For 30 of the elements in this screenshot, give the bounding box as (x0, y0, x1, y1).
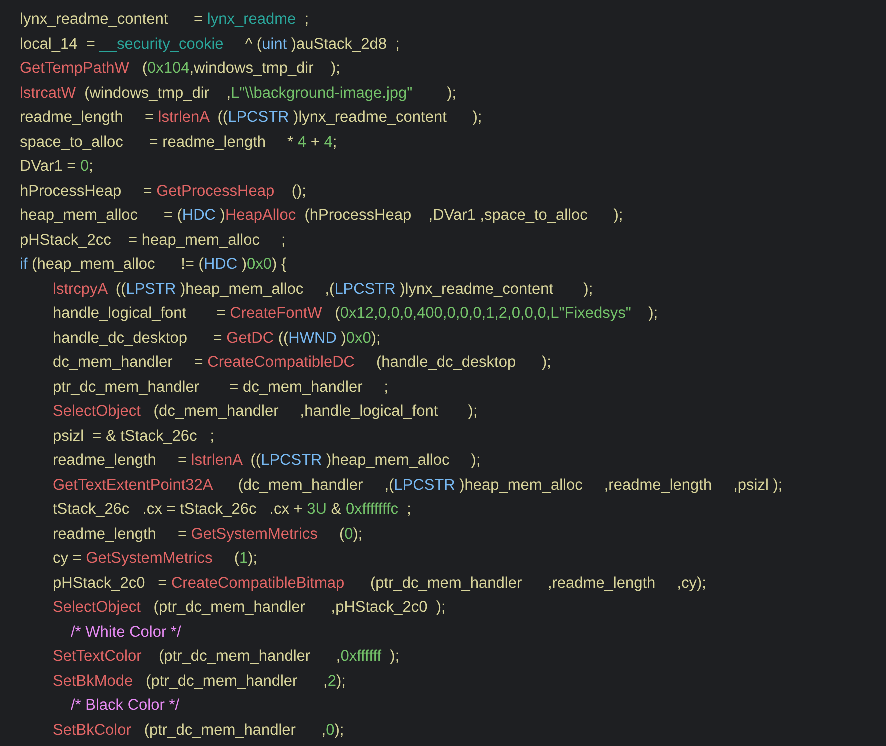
code-line: GetTempPathW (0x104,windows_tmp_dir ); (20, 59, 342, 79)
code-line: pHStack_2cc = heap_mem_alloc ; (20, 230, 287, 250)
code-line: pHStack_2c0 = CreateCompatibleBitmap (ptr_dc_mem_handler ,readme_length ,cy); (53, 574, 708, 594)
code-line: psizl = & tStack_26c ; (53, 426, 216, 446)
code-line: cy = GetSystemMetrics (1); (53, 549, 259, 569)
code-line: SelectObject (ptr_dc_mem_handler ,pHStack_2c0 ); (53, 598, 447, 618)
code-line: heap_mem_alloc = (HDC )HeapAlloc (hProcessHeap ,DVar1 ,space_to_alloc ); (20, 206, 624, 226)
code-line: lynx_readme_content = lynx_readme ; (20, 10, 310, 30)
code-line: if (heap_mem_alloc != (HDC )0x0) { (20, 255, 288, 275)
code-line: handle_logical_font = CreateFontW (0x12,0,0,0,400,0,0,0,1,2,0,0,0,L"Fixedsys" ); (53, 304, 660, 324)
code-line: SetBkColor (ptr_dc_mem_handler ,0); (53, 720, 346, 740)
code-comment: /* Black Color */ (70, 696, 181, 716)
code-line: local_14 = __security_cookie ^ (uint )auStack_2d8 ; (20, 34, 401, 54)
code-comment: /* White Color */ (70, 622, 182, 642)
code-line: space_to_alloc = readme_length * 4 + 4; (20, 132, 338, 152)
code-line: SetTextColor (ptr_dc_mem_handler ,0xffffff ); (53, 647, 401, 667)
code-line: lstrcpyA ((LPSTR )heap_mem_alloc ,(LPCSTR )lynx_readme_content ); (53, 280, 594, 300)
code-line: SetBkMode (ptr_dc_mem_handler ,2); (53, 672, 347, 692)
code-line: dc_mem_handler = CreateCompatibleDC (handle_dc_desktop ); (53, 353, 552, 373)
code-line: ptr_dc_mem_handler = dc_mem_handler ; (53, 378, 390, 398)
code-line: GetTextExtentPoint32A (dc_mem_handler ,(LPCSTR )heap_mem_alloc ,readme_length ,psizl ); (53, 476, 784, 496)
code-line: hProcessHeap = GetProcessHeap (); (20, 182, 308, 202)
code-line: readme_length = lstrlenA ((LPCSTR )lynx_readme_content ); (20, 108, 484, 128)
code-line: readme_length = lstrlenA ((LPCSTR )heap_mem_alloc ); (53, 451, 482, 471)
code-line: readme_length = GetSystemMetrics (0); (53, 524, 364, 544)
code-line: SelectObject (dc_mem_handler ,handle_logical_font ); (53, 402, 479, 422)
code-line: tStack_26c .cx = tStack_26c .cx + 3U & 0xfffffffc ; (53, 500, 412, 520)
code-line: DVar1 = 0; (20, 157, 94, 177)
code-line: lstrcatW (windows_tmp_dir ,L"\\background-image.jpg" ); (20, 84, 458, 104)
code-line: handle_dc_desktop = GetDC ((HWND )0x0); (53, 328, 382, 348)
